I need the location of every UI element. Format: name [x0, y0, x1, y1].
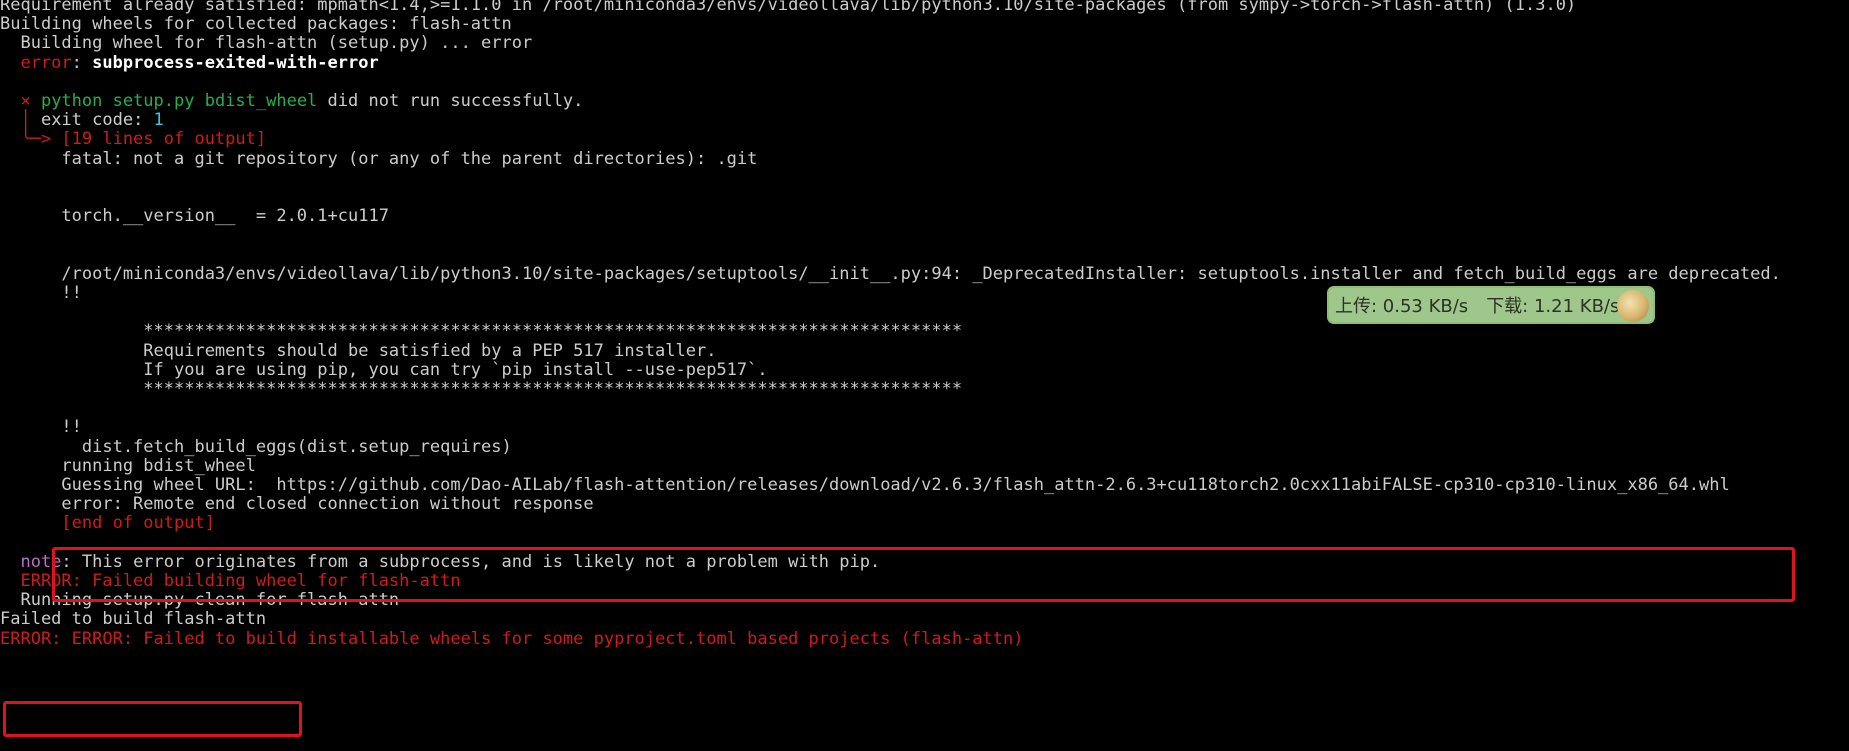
terminal-line: /root/miniconda3/envs/videollava/lib/pyt…	[0, 263, 1781, 285]
terminal-text: ×	[0, 91, 41, 111]
terminal-text: running bdist_wheel	[0, 455, 256, 476]
terminal-line: ****************************************…	[0, 378, 962, 400]
terminal-text: subprocess-exited-with-error	[92, 52, 379, 73]
terminal-line: torch.__version__ = 2.0.1+cu117	[0, 205, 389, 227]
terminal-text: error: Remote end closed connection with…	[0, 494, 594, 515]
terminal-text: dist.fetch_build_eggs(dist.setup_require…	[0, 436, 512, 457]
terminal-text: │	[0, 110, 41, 131]
terminal-line: ERROR: ERROR: Failed to build installabl…	[0, 628, 1024, 650]
terminal-text: fatal: not a git repository (or any of t…	[0, 148, 758, 169]
terminal-text: Building wheel for flash-attn (setup.py)…	[0, 33, 533, 54]
terminal-text: Guessing wheel URL: https://github.com/D…	[0, 475, 1730, 495]
avatar-icon	[1617, 290, 1649, 322]
terminal-text: ERROR: Failed building wheel for flash-a…	[0, 571, 461, 591]
terminal-text: error	[0, 52, 72, 73]
terminal-window[interactable]: Requirement already satisfied: mpmath<1.…	[0, 0, 1849, 751]
terminal-text: note	[0, 551, 62, 572]
terminal-text: :	[71, 52, 93, 73]
terminal-text: python setup.py bdist_wheel	[40, 91, 318, 111]
terminal-text: Failed to build flash-attn	[0, 609, 267, 630]
terminal-text: 1	[153, 110, 164, 131]
terminal-text: ****************************************…	[0, 379, 963, 399]
download-speed-label: 下载: 1.21 KB/s	[1486, 296, 1620, 317]
terminal-text: ****************************************…	[0, 321, 963, 342]
terminal-text: !!	[0, 283, 82, 303]
terminal-text: ERROR: ERROR: Failed to build installabl…	[0, 628, 1024, 649]
terminal-text: [end of output]	[0, 513, 215, 534]
terminal-line: error: subprocess-exited-with-error	[0, 52, 379, 74]
terminal-line: !!	[0, 282, 82, 304]
terminal-text: torch.__version__ = 2.0.1+cu117	[0, 206, 389, 227]
terminal-text: If you are using pip, you can try `pip i…	[0, 359, 768, 380]
terminal-line: fatal: not a git repository (or any of t…	[0, 148, 757, 170]
terminal-text: Building wheels for collected packages: …	[0, 14, 512, 35]
terminal-text: exit code:	[40, 110, 154, 131]
terminal-text: !!	[0, 417, 82, 438]
network-speed-widget[interactable]: 上传: 0.53 KB/s 下载: 1.21 KB/s	[1327, 286, 1655, 324]
terminal-text: Running setup.py clean for flash-attn	[0, 590, 400, 611]
terminal-text: : This error originates from a subproces…	[61, 551, 881, 572]
terminal-text: Requirements should be satisfied by a PE…	[0, 340, 717, 361]
terminal-text: /root/miniconda3/envs/videollava/lib/pyt…	[0, 263, 1781, 284]
terminal-line: [end of output]	[0, 512, 215, 534]
terminal-text: did not run successfully.	[317, 91, 584, 111]
terminal-text: ╰─> [19 lines of output]	[0, 129, 267, 150]
upload-speed-label: 上传: 0.53 KB/s	[1335, 296, 1469, 317]
